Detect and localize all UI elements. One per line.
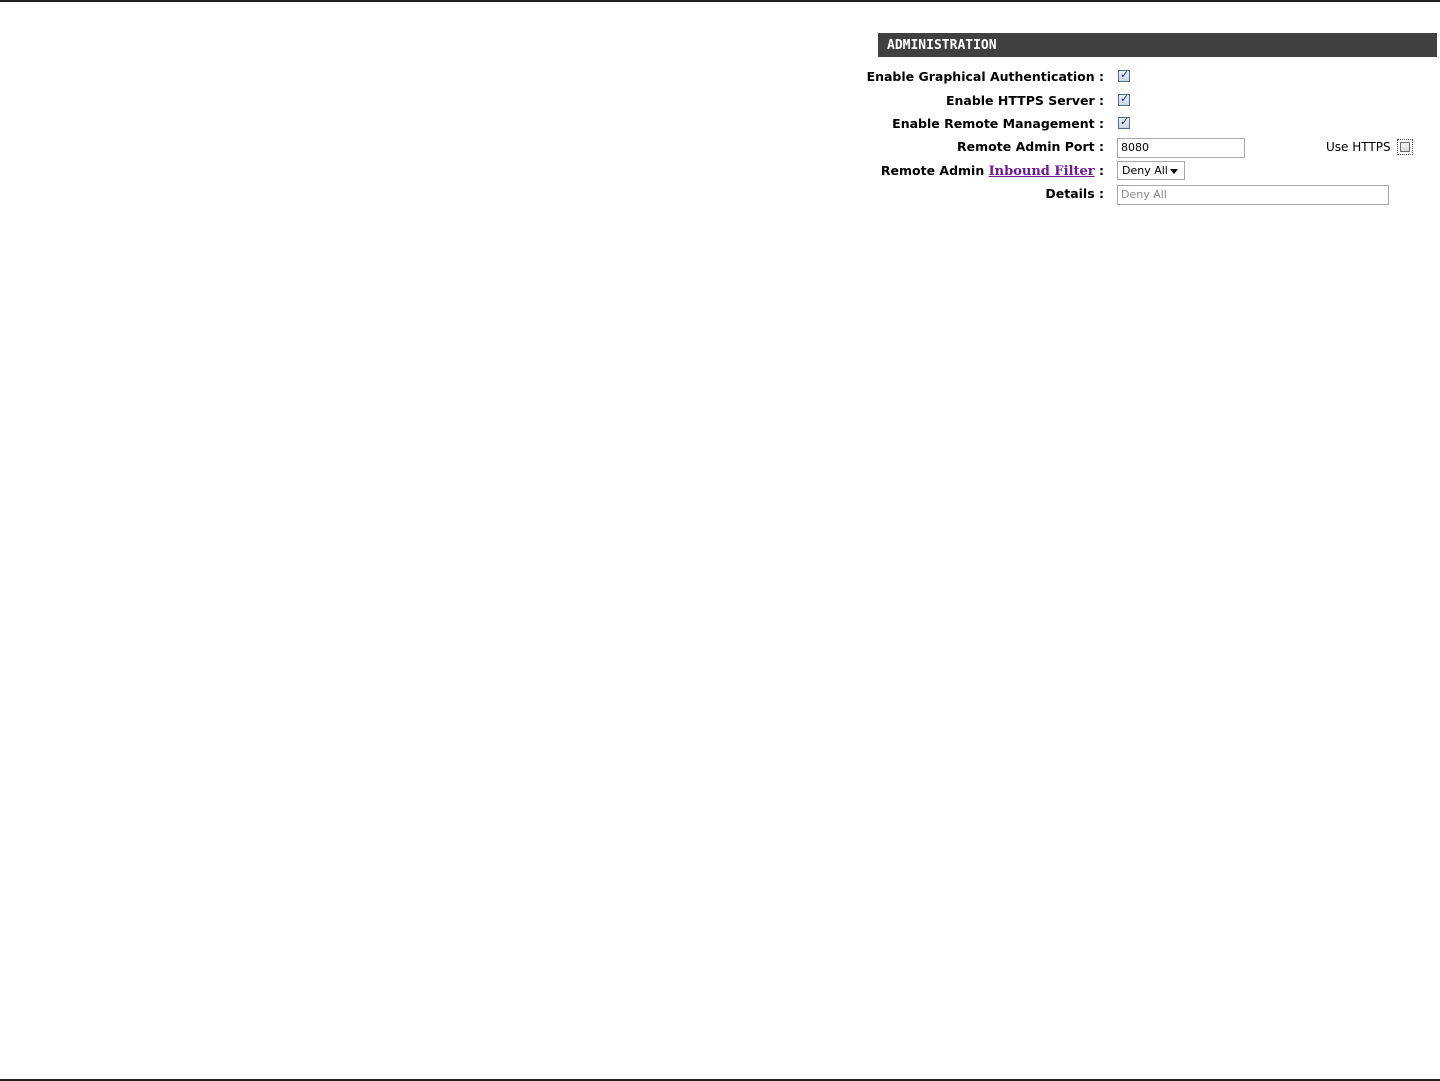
row-remote-management: Enable Remote Management : ✓	[878, 113, 1437, 135]
details-input[interactable]: Deny All	[1117, 185, 1389, 205]
row-details: Details : Deny All	[878, 183, 1437, 205]
inbound-filter-label-suffix: :	[1094, 163, 1104, 178]
check-icon: ✓	[1120, 68, 1130, 81]
check-icon: ✓	[1120, 115, 1130, 128]
row-inbound-filter: Remote Admin Inbound Filter : Deny All	[878, 160, 1437, 182]
administration-panel: ADMINISTRATION Enable Graphical Authenti…	[867, 33, 1437, 205]
row-remote-port: Remote Admin Port : 8080 Use HTTPS	[878, 136, 1437, 158]
check-icon: ✓	[1120, 92, 1130, 105]
use-https-checkbox[interactable]	[1397, 139, 1413, 155]
https-server-label: Enable HTTPS Server :	[945, 93, 1104, 108]
inbound-filter-select[interactable]: Deny All	[1117, 161, 1185, 180]
graphical-auth-label: Enable Graphical Authentication :	[866, 69, 1104, 84]
remote-port-label: Remote Admin Port :	[957, 139, 1104, 154]
graphical-auth-checkbox[interactable]: ✓	[1118, 68, 1130, 82]
use-https-label: Use HTTPS	[1326, 140, 1391, 154]
page-frame: ADMINISTRATION Enable Graphical Authenti…	[0, 0, 1440, 1081]
section-title: ADMINISTRATION	[878, 33, 1437, 57]
https-server-checkbox[interactable]: ✓	[1118, 92, 1130, 106]
row-graphical-auth: Enable Graphical Authentication : ✓	[867, 66, 1437, 88]
inbound-filter-selected: Deny All	[1122, 164, 1168, 177]
inbound-filter-link[interactable]: Inbound Filter	[989, 164, 1095, 179]
details-label: Details :	[1045, 186, 1104, 201]
chevron-down-icon	[1170, 169, 1178, 174]
inbound-filter-label-prefix: Remote Admin	[880, 163, 989, 178]
row-https-server: Enable HTTPS Server : ✓	[878, 90, 1437, 112]
use-https-checkbox-box	[1400, 142, 1410, 152]
remote-management-label: Enable Remote Management :	[892, 116, 1104, 131]
remote-port-input[interactable]: 8080	[1117, 138, 1245, 158]
inbound-filter-label: Remote Admin Inbound Filter :	[881, 162, 1104, 181]
remote-management-checkbox[interactable]: ✓	[1118, 115, 1130, 129]
